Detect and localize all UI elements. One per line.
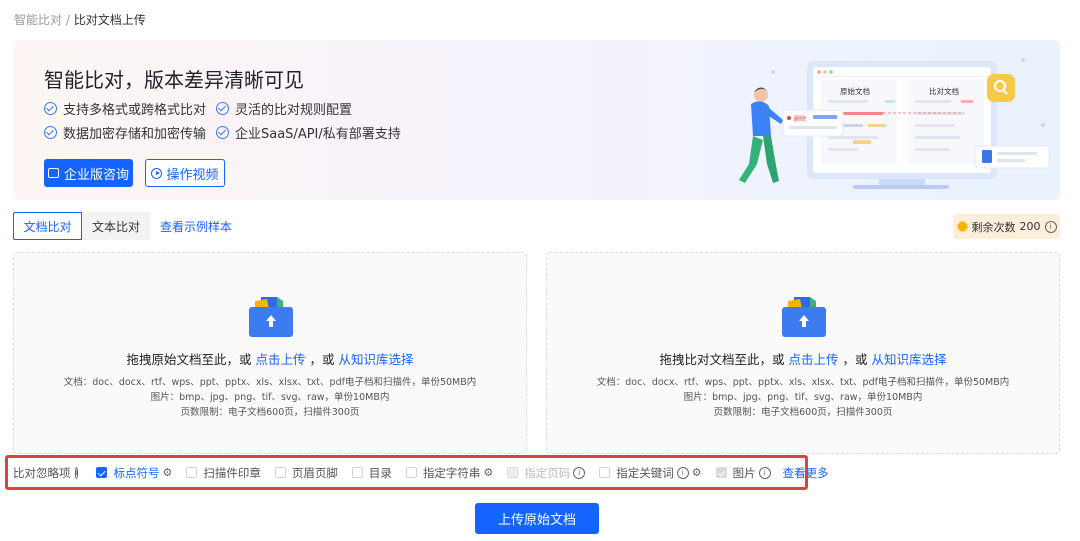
tab-text-compare[interactable]: 文本比对 (82, 212, 150, 240)
option-punctuation[interactable]: 标点符号 ⚙ (96, 465, 172, 481)
option-specified-keyword[interactable]: 指定关键词 i ⚙ (599, 465, 702, 481)
feature-label: 灵活的比对规则配置 (235, 103, 353, 118)
feature-label: 企业SaaS/API/私有部署支持 (235, 127, 401, 142)
supported-images-text: 图片：bmp、jpg、png、tif、svg、raw，单份10MB内 (150, 392, 390, 403)
dropzone-prefix: 拖拽原始文档至此，或 (126, 352, 252, 367)
play-circle-icon (151, 167, 163, 179)
gear-icon[interactable]: ⚙ (483, 466, 493, 479)
dropzone-main-text: 拖拽比对文档至此，或 点击上传 ，或 从知识库选择 (547, 349, 1059, 368)
checkbox-punctuation[interactable] (96, 467, 108, 478)
check-circle-icon (44, 102, 57, 115)
option-header-footer-label: 页眉页脚 (291, 465, 338, 480)
chat-icon (47, 168, 59, 178)
page-limit-text: 页数限制：电子文档600页，扫描件300页 (180, 407, 360, 418)
option-specified-string[interactable]: 指定字符串 ⚙ (405, 465, 493, 481)
supported-docs-text: 文档：doc、docx、rtf、wps、ppt、pptx、xls、xlsx、tx… (63, 377, 477, 388)
checkbox-image (715, 467, 727, 478)
option-toc-label: 目录 (368, 465, 392, 480)
info-icon[interactable]: i (74, 466, 79, 479)
breadcrumb-root[interactable]: 智能比对 (14, 13, 62, 27)
check-circle-icon (216, 102, 229, 115)
tutorial-video-label: 操作视频 (166, 167, 219, 183)
check-circle-icon (44, 126, 57, 139)
dropzone-prefix: 拖拽比对文档至此，或 (659, 352, 785, 367)
feature-item: 数据加密存储和加密传输 (44, 123, 206, 142)
feature-item: 企业SaaS/API/私有部署支持 (216, 123, 401, 142)
page-limit-text: 页数限制：电子文档600页，扫描件300页 (713, 407, 893, 418)
promo-banner: 智能比对，版本差异清晰可见 支持多格式或跨格式比对 灵活的比对规则配置 数据加密… (13, 40, 1060, 200)
option-specified-page: 指定页码 i (507, 465, 586, 481)
dropzone-or: ，或 (309, 352, 335, 367)
checkbox-toc[interactable] (351, 467, 363, 478)
breadcrumb-separator: / (65, 13, 70, 27)
checkbox-specified-string[interactable] (405, 467, 417, 478)
info-icon[interactable]: i (1044, 220, 1057, 233)
select-from-library-link[interactable]: 从知识库选择 (871, 352, 946, 367)
document-compare-illustration: 原始文档 比对文档 删除 (739, 58, 1050, 189)
original-document-dropzone[interactable]: 拖拽原始文档至此，或 点击上传 ，或 从知识库选择 文档：doc、docx、rt… (13, 252, 527, 454)
remaining-count: 200 (1019, 220, 1041, 233)
checkbox-header-footer[interactable] (274, 467, 286, 478)
option-toc[interactable]: 目录 (351, 465, 392, 481)
option-specified-page-label: 指定页码 (524, 465, 571, 480)
info-icon[interactable]: i (573, 466, 586, 479)
feature-item: 支持多格式或跨格式比对 (44, 99, 206, 118)
tab-text-compare-label: 文本比对 (91, 219, 140, 234)
option-scan-seal-label: 扫描件印章 (203, 465, 261, 480)
info-icon[interactable]: i (676, 466, 689, 479)
dropzone-or: ，或 (842, 352, 868, 367)
option-punctuation-label: 标点符号 (113, 465, 160, 480)
dropzone-main-text: 拖拽原始文档至此，或 点击上传 ，或 从知识库选择 (14, 349, 526, 368)
tab-document-compare-label: 文档比对 (23, 219, 72, 234)
option-scan-seal[interactable]: 扫描件印章 (186, 465, 261, 481)
check-circle-icon (216, 126, 229, 139)
ignore-options-bar: 比对忽略项 i 标点符号 ⚙ 扫描件印章 页眉页脚 目录 指定字符串 ⚙ 指定页… (5, 455, 829, 490)
upload-original-label: 上传原始文档 (497, 513, 576, 528)
delete-tag-label: 删除 (794, 115, 806, 123)
remaining-count-badge: 剩余次数 200 i (953, 214, 1060, 239)
checkbox-scan-seal[interactable] (186, 467, 198, 478)
tab-document-compare[interactable]: 文档比对 (13, 212, 82, 240)
view-sample-label: 查看示例样本 (160, 219, 233, 234)
select-from-library-link[interactable]: 从知识库选择 (338, 352, 413, 367)
gear-icon[interactable]: ⚙ (692, 466, 702, 479)
tutorial-video-button[interactable]: 操作视频 (145, 159, 225, 187)
info-icon[interactable]: i (758, 466, 771, 479)
upload-original-button[interactable]: 上传原始文档 (475, 503, 599, 534)
click-upload-link[interactable]: 点击上传 (788, 352, 838, 367)
original-doc-label: 原始文档 (840, 86, 870, 96)
breadcrumb-current: 比对文档上传 (73, 13, 146, 27)
feature-label: 数据加密存储和加密传输 (63, 127, 207, 142)
banner-title: 智能比对，版本差异清晰可见 (44, 68, 304, 92)
upload-folder-icon (249, 297, 293, 337)
ignore-options-label: 比对忽略项 (13, 465, 71, 480)
compare-doc-label: 比对文档 (929, 86, 959, 96)
option-image-label: 图片 (732, 465, 756, 480)
supported-docs-text: 文档：doc、docx、rtf、wps、ppt、pptx、xls、xlsx、tx… (596, 377, 1010, 388)
view-sample-link[interactable]: 查看示例样本 (160, 212, 232, 240)
gear-icon[interactable]: ⚙ (162, 466, 172, 479)
upload-folder-icon (782, 297, 826, 337)
enterprise-consult-button[interactable]: 企业版咨询 (44, 159, 133, 187)
compare-document-dropzone[interactable]: 拖拽比对文档至此，或 点击上传 ，或 从知识库选择 文档：doc、docx、rt… (546, 252, 1060, 454)
supported-images-text: 图片：bmp、jpg、png、tif、svg、raw，单份10MB内 (683, 392, 923, 403)
option-header-footer[interactable]: 页眉页脚 (274, 465, 338, 481)
breadcrumb: 智能比对 / 比对文档上传 (14, 11, 146, 28)
coin-icon (956, 221, 968, 232)
checkbox-specified-keyword[interactable] (599, 467, 611, 478)
click-upload-link[interactable]: 点击上传 (255, 352, 305, 367)
checkbox-specified-page (507, 467, 519, 478)
option-specified-keyword-label: 指定关键词 (616, 465, 674, 480)
option-specified-string-label: 指定字符串 (422, 465, 481, 480)
remaining-label: 剩余次数 (971, 220, 1016, 234)
feature-item: 灵活的比对规则配置 (216, 99, 352, 118)
view-more-link[interactable]: 查看更多 (783, 465, 829, 481)
option-image: 图片 i (715, 465, 771, 481)
feature-label: 支持多格式或跨格式比对 (63, 103, 207, 118)
enterprise-consult-label: 企业版咨询 (63, 167, 129, 183)
